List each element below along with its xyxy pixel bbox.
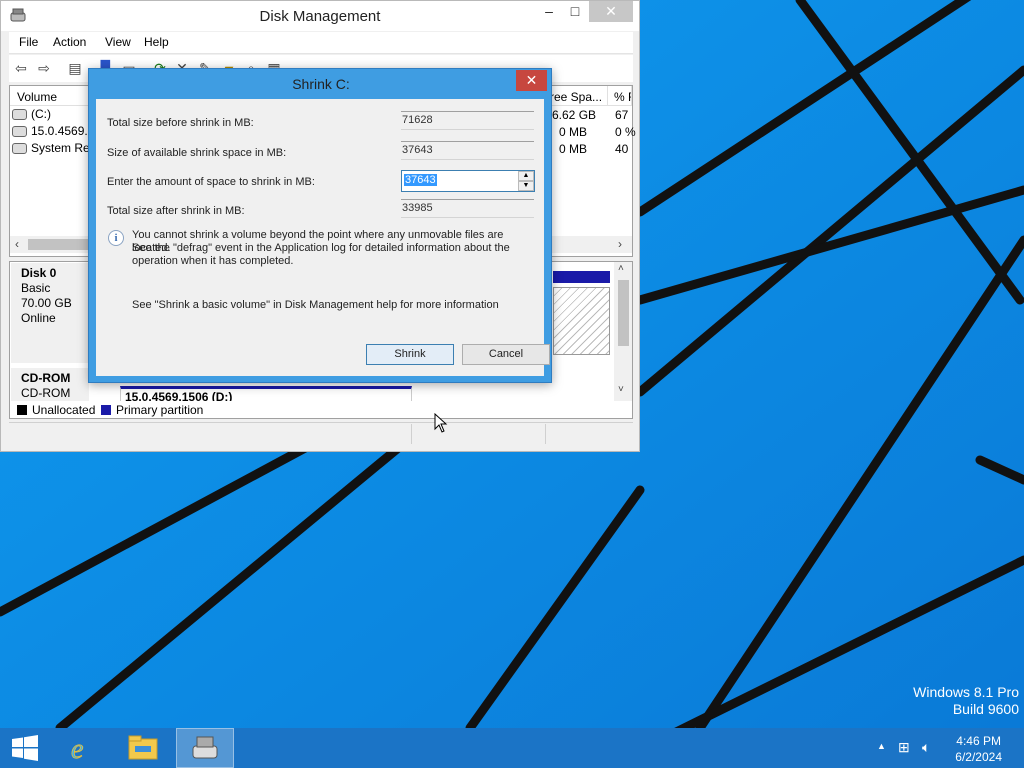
svg-text:e: e [71,734,83,764]
scrollbar-thumb[interactable] [618,280,629,346]
windows-start-icon[interactable] [0,728,50,768]
dialog-body: Total size before shrink in MB: 71628 Si… [96,99,550,376]
menu-help[interactable]: Help [144,35,169,49]
legend-bar: Unallocated Primary partition [9,401,633,419]
info-text-line-2: See the "defrag" event in the Applicatio… [132,242,510,254]
percent-free-cell: 40 [615,142,629,156]
info-text-line-3: operation when it has completed. [132,255,294,267]
percent-free-cell: 67 [615,108,629,122]
scroll-left-icon[interactable]: ‹ [15,237,19,251]
volume-row[interactable]: System Res [12,141,96,157]
disk-status: Online [21,311,56,325]
free-space-cell: 6.62 GB [552,108,597,122]
os-build: Build 9600 [952,701,1019,717]
clock-date: 6/2/2024 [955,750,1002,764]
volume-muted-icon[interactable]: 🔈︎ [922,739,930,756]
shrink-amount-input[interactable]: 37643 ▲ ▼ [401,170,535,192]
disk-type: Basic [21,281,51,295]
total-before-label: Total size before shrink in MB: [107,117,254,129]
drive-icon [12,109,27,121]
column-header-free-space[interactable]: ree Spa... [547,86,608,106]
unallocated-swatch [17,405,27,415]
free-space-cell: 0 MB [559,142,588,156]
partition-header-bar [553,271,610,283]
show-hide-console-tree-icon[interactable]: ▤ [66,59,84,77]
available-space-value: 37643 [401,141,534,160]
cancel-button[interactable]: Cancel [462,344,550,365]
help-link-text: See "Shrink a basic volume" in Disk Mana… [132,299,499,311]
total-before-value: 71628 [401,111,534,130]
shrink-amount-value: 37643 [404,174,437,186]
window-titlebar[interactable]: Disk Management – □ ✕ [1,1,639,31]
percent-free-cell: 0 % [615,125,636,139]
legend-unallocated: Unallocated [32,403,96,417]
legend-primary-partition: Primary partition [116,403,204,417]
shrink-button[interactable]: Shrink [366,344,454,365]
clock[interactable]: 4:46 PM 6/2/2024 [955,733,1002,765]
file-explorer-icon[interactable] [120,728,166,768]
dialog-close-button[interactable]: ✕ [516,70,547,91]
back-arrow-icon[interactable]: ⇦ [12,59,30,77]
scroll-right-icon[interactable]: › [618,237,622,251]
vertical-scrollbar[interactable]: ˄ ˅ [614,262,632,402]
total-after-value: 33985 [401,199,534,218]
volume-row[interactable]: 15.0.4569.1 [12,124,94,140]
cdrom-type: CD-ROM [21,386,71,400]
disk-name: Disk 0 [21,266,57,280]
status-divider [545,424,546,444]
scroll-down-icon[interactable]: ˅ [618,384,624,395]
free-space-cell: 0 MB [559,125,588,139]
cd-drive-icon [12,126,27,138]
internet-explorer-icon[interactable]: e [58,728,104,768]
cdrom-volume[interactable]: 15.0.4569.1506 (D:) [120,386,412,402]
partition-block[interactable] [553,287,610,355]
volume-name: System Res [31,141,96,155]
disk-0-label[interactable]: Disk 0 Basic 70.00 GB Online [11,263,89,363]
menu-view[interactable]: View [105,35,131,49]
spin-up-button[interactable]: ▲ [518,171,534,181]
total-after-label: Total size after shrink in MB: [107,205,245,217]
status-bar [9,422,633,444]
info-icon: i [108,230,124,246]
menu-action[interactable]: Action [53,35,86,49]
show-hidden-icons-icon[interactable]: ▲ [877,741,886,751]
mouse-cursor-icon [434,413,448,433]
os-name: Windows 8.1 Pro [913,684,1019,700]
close-button[interactable]: ✕ [589,1,633,22]
shrink-amount-label: Enter the amount of space to shrink in M… [107,176,315,188]
taskbar: e ▲ ⊞ 🔈︎ 4:46 PM 6/2/2024 [0,728,1024,768]
scroll-up-icon[interactable]: ˄ [618,263,624,274]
drive-icon [12,143,27,155]
dialog-title: Shrink C: [292,76,350,92]
network-icon[interactable]: ⊞ [898,739,910,756]
cdrom-name: CD-ROM [21,371,71,385]
column-header-volume[interactable]: Volume [10,86,100,106]
status-divider [411,424,412,444]
volume-row[interactable]: (C:) [12,107,51,123]
column-header-percent-free[interactable]: % F [608,86,632,106]
menu-file[interactable]: File [19,35,38,49]
volume-name: 15.0.4569.1 [31,124,95,138]
disk-size: 70.00 GB [21,296,72,310]
cdrom-label[interactable]: CD-ROM CD-ROM [11,368,89,402]
shrink-dialog: Shrink C: ✕ Total size before shrink in … [88,68,552,383]
forward-arrow-icon[interactable]: ⇨ [35,59,53,77]
clock-time: 4:46 PM [956,734,1001,748]
volume-name: (C:) [31,107,51,121]
spin-down-button[interactable]: ▼ [518,181,534,191]
windows-watermark: Windows 8.1 Pro Build 9600 [913,684,1019,718]
menu-bar: File Action View Help [9,32,633,54]
available-space-label: Size of available shrink space in MB: [107,147,287,159]
disk-management-icon[interactable] [176,728,234,768]
primary-partition-swatch [101,405,111,415]
